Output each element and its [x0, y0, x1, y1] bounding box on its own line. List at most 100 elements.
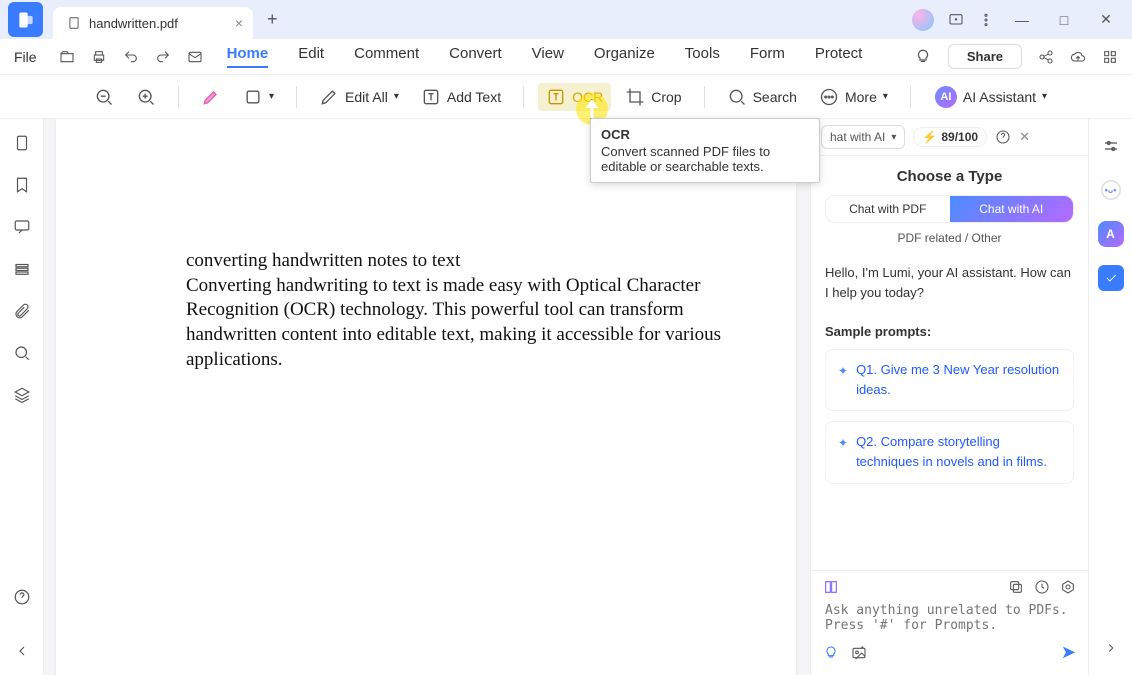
panel-help-icon[interactable]: [995, 129, 1011, 145]
tab-close-button[interactable]: ×: [235, 15, 243, 31]
ai-icon: AI: [935, 86, 957, 108]
chevron-down-icon: ▾: [891, 132, 896, 143]
feedback-icon[interactable]: [948, 12, 964, 28]
separator: [704, 86, 705, 108]
tab-title: handwritten.pdf: [89, 16, 178, 31]
tab-chat-pdf[interactable]: Chat with PDF: [826, 196, 950, 222]
menu-protect[interactable]: Protect: [815, 45, 863, 68]
app-logo: [8, 2, 43, 37]
choose-type-title: Choose a Type: [825, 168, 1074, 185]
copy-icon[interactable]: [1008, 579, 1024, 595]
user-avatar[interactable]: [912, 9, 934, 31]
ai-panel: hat with AI ▾ ⚡ 89/100 ✕ Choose a Type C…: [810, 119, 1088, 675]
stack-icon[interactable]: [12, 385, 32, 405]
ocr-tooltip: OCR Convert scanned PDF files to editabl…: [590, 118, 820, 183]
tab-handwritten[interactable]: handwritten.pdf ×: [53, 7, 253, 39]
minimize-button[interactable]: —: [1008, 12, 1036, 28]
ai-chat-input[interactable]: [823, 601, 1076, 635]
file-menu[interactable]: File: [0, 49, 51, 65]
crop-button[interactable]: Crop: [617, 83, 689, 111]
settings-icon[interactable]: [1060, 579, 1076, 595]
translate-icon[interactable]: A: [1098, 221, 1124, 247]
sample-prompt-1[interactable]: ✦ Q1. Give me 3 New Year resolution idea…: [825, 349, 1074, 411]
add-text-button[interactable]: Add Text: [413, 83, 509, 111]
pdf-page: converting handwritten notes to text Con…: [56, 119, 796, 675]
history-icon[interactable]: [1034, 579, 1050, 595]
document-text: converting handwritten notes to text Con…: [186, 249, 730, 372]
menu-organize[interactable]: Organize: [594, 45, 655, 68]
close-window-button[interactable]: ✕: [1092, 11, 1120, 28]
type-tabs: Chat with PDF Chat with AI: [825, 195, 1074, 223]
menu-form[interactable]: Form: [750, 45, 785, 68]
edit-all-button[interactable]: Edit All▾: [311, 83, 407, 111]
mail-icon[interactable]: [187, 49, 203, 65]
undo-icon[interactable]: [123, 49, 139, 65]
more-menu-icon[interactable]: [978, 12, 994, 28]
cloud-upload-icon[interactable]: [1070, 49, 1086, 65]
ai-chat-icon[interactable]: •ᴗ•: [1098, 177, 1124, 203]
menu-tools[interactable]: Tools: [685, 45, 720, 68]
menu-comment[interactable]: Comment: [354, 45, 419, 68]
book-icon[interactable]: [823, 579, 839, 595]
menu-edit[interactable]: Edit: [298, 45, 324, 68]
search-button[interactable]: Search: [719, 83, 805, 111]
shape-button[interactable]: ▾: [235, 83, 282, 111]
attachments-icon[interactable]: [12, 301, 32, 321]
help-icon[interactable]: [12, 587, 32, 607]
titlebar: handwritten.pdf × + — □ ✕: [0, 0, 1132, 39]
menu-home[interactable]: Home: [227, 45, 269, 68]
sliders-icon[interactable]: [1098, 133, 1124, 159]
ai-assistant-button[interactable]: AI AI Assistant▾: [925, 82, 1057, 112]
chat-mode-select[interactable]: hat with AI ▾: [821, 125, 905, 149]
close-panel-button[interactable]: ✕: [1019, 129, 1030, 145]
share-button[interactable]: Share: [948, 44, 1022, 69]
separator: [296, 86, 297, 108]
bookmarks-icon[interactable]: [12, 175, 32, 195]
type-subtext: PDF related / Other: [825, 231, 1074, 245]
collapse-sidebar-icon[interactable]: [12, 641, 32, 661]
open-icon[interactable]: [59, 49, 75, 65]
sparkle-icon: ✦: [838, 434, 848, 472]
highlighter-button[interactable]: [193, 83, 229, 111]
credits-badge[interactable]: ⚡ 89/100: [913, 127, 987, 147]
menu-view[interactable]: View: [532, 45, 564, 68]
idea-icon[interactable]: [823, 645, 839, 661]
zoom-in-button[interactable]: [128, 83, 164, 111]
zoom-out-button[interactable]: [86, 83, 122, 111]
expand-rail-icon[interactable]: [1098, 635, 1124, 661]
grid-view-icon[interactable]: [1102, 49, 1118, 65]
menubar: File Home Edit Comment Convert View Orga…: [0, 39, 1132, 75]
sparkle-icon: ✦: [838, 362, 848, 400]
print-icon[interactable]: [91, 49, 107, 65]
thumbnails-icon[interactable]: [12, 133, 32, 153]
right-rail: •ᴗ• A: [1088, 119, 1132, 675]
lightbulb-icon[interactable]: [914, 48, 932, 66]
sample-prompts-title: Sample prompts:: [825, 324, 1074, 339]
left-sidebar: [0, 119, 44, 675]
tooltip-body: Convert scanned PDF files to editable or…: [601, 144, 809, 174]
ai-input-area: ➤: [811, 570, 1088, 675]
more-button[interactable]: More▾: [811, 83, 896, 111]
ai-greeting: Hello, I'm Lumi, your AI assistant. How …: [825, 263, 1074, 302]
send-button[interactable]: ➤: [1061, 642, 1076, 663]
sample-prompt-2[interactable]: ✦ Q2. Compare storytelling techniques in…: [825, 421, 1074, 483]
new-tab-button[interactable]: +: [267, 9, 278, 30]
layers-icon[interactable]: [12, 259, 32, 279]
search-panel-icon[interactable]: [12, 343, 32, 363]
separator: [910, 86, 911, 108]
check-icon[interactable]: [1098, 265, 1124, 291]
maximize-button[interactable]: □: [1050, 12, 1078, 28]
image-add-icon[interactable]: [851, 645, 867, 661]
document-icon: [67, 16, 81, 30]
lightning-icon: ⚡: [922, 130, 937, 144]
separator: [178, 86, 179, 108]
redo-icon[interactable]: [155, 49, 171, 65]
menu-convert[interactable]: Convert: [449, 45, 502, 68]
separator: [523, 86, 524, 108]
comments-icon[interactable]: [12, 217, 32, 237]
toolbar: ▾ Edit All▾ Add Text OCR Crop Search Mor…: [0, 75, 1132, 119]
tab-chat-ai[interactable]: Chat with AI: [950, 196, 1074, 222]
document-viewport[interactable]: converting handwritten notes to text Con…: [44, 119, 810, 675]
share-link-icon[interactable]: [1038, 49, 1054, 65]
tooltip-title: OCR: [601, 127, 809, 142]
